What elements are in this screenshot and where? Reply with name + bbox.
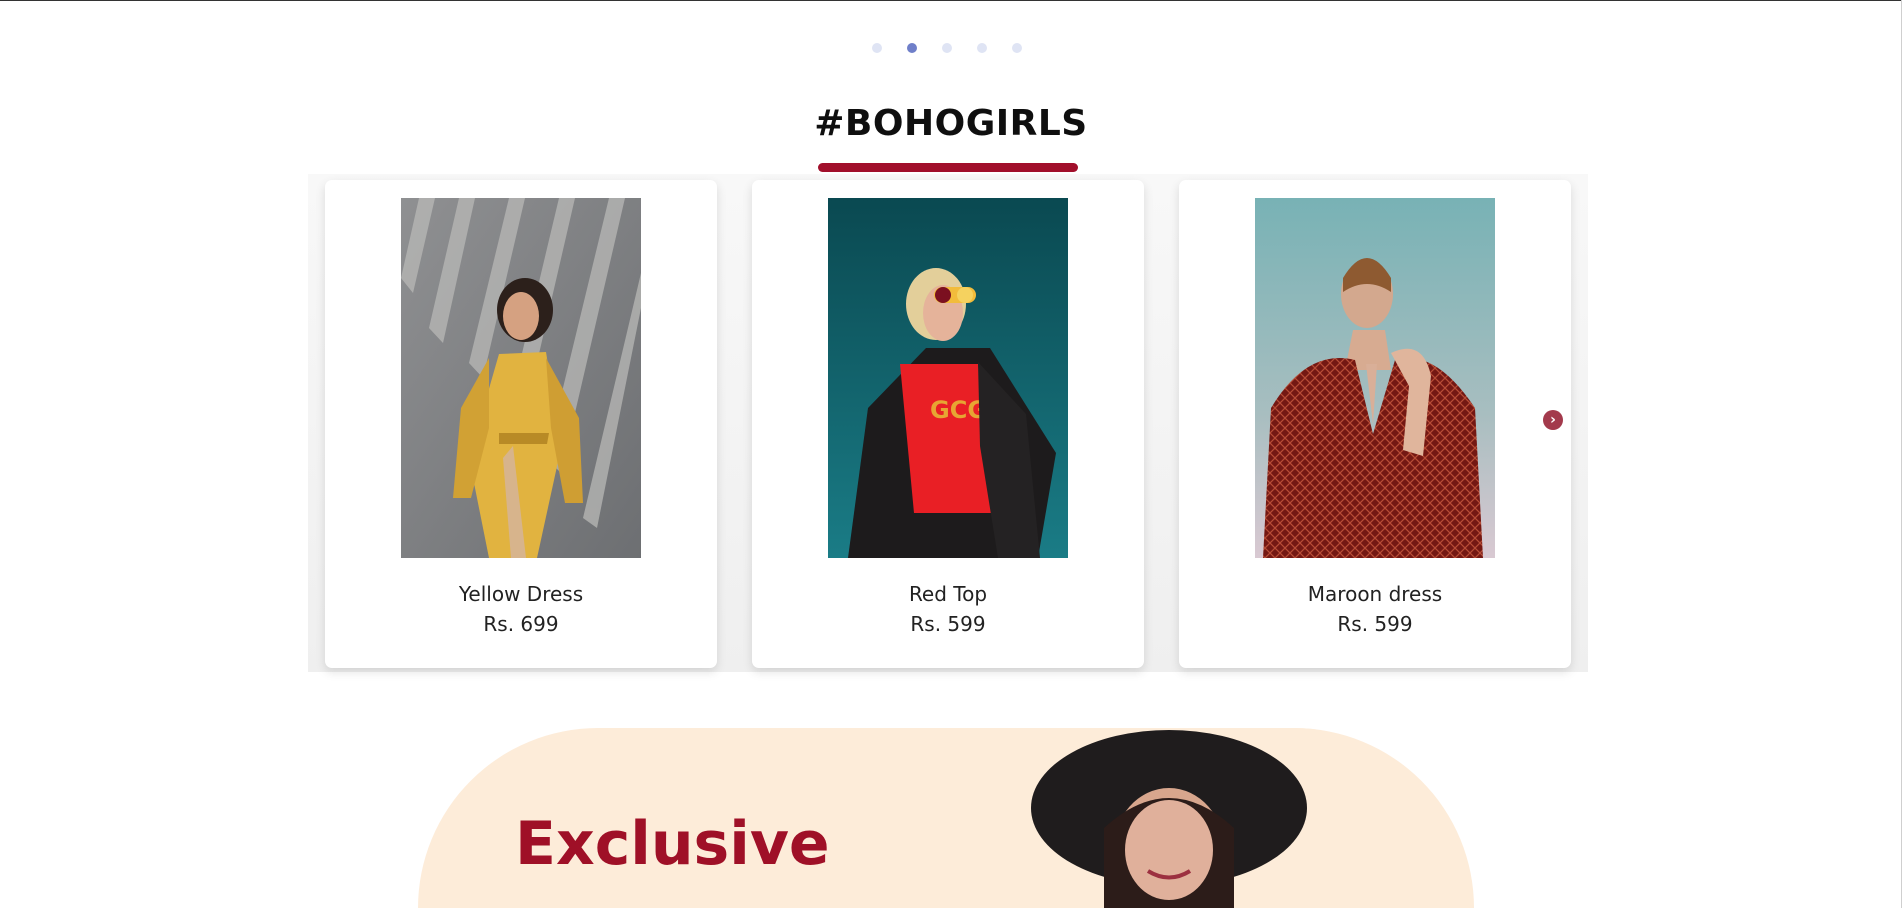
product-price: Rs. 599 — [910, 612, 986, 636]
product-image-yellow-dress — [401, 198, 641, 558]
product-card-yellow-dress[interactable]: Yellow Dress Rs. 699 — [325, 180, 717, 668]
page: #BOHOGIRLS ‹ — [0, 0, 1902, 908]
product-price: Rs. 599 — [1337, 612, 1413, 636]
product-card-red-top[interactable]: GCG Red Top Rs. 599 — [752, 180, 1144, 668]
carousel-dot[interactable] — [1012, 43, 1022, 53]
promo-photo — [1024, 728, 1316, 908]
carousel-dot[interactable] — [977, 43, 987, 53]
exclusive-promo-banner: Exclusive — [418, 728, 1474, 908]
product-name: Maroon dress — [1307, 582, 1443, 606]
product-image-red-top: GCG — [828, 198, 1068, 558]
section-title: #BOHOGIRLS — [814, 103, 1088, 144]
carousel-dot[interactable] — [872, 43, 882, 53]
carousel-dot[interactable] — [942, 43, 952, 53]
promo-image — [1024, 728, 1316, 908]
top-border — [0, 0, 1902, 1]
product-card-maroon-dress[interactable]: Maroon dress Rs. 599 — [1179, 180, 1571, 668]
title-underline — [818, 163, 1078, 172]
maroon-dress-photo — [1255, 198, 1495, 558]
promo-title: Exclusive — [515, 809, 830, 879]
product-name: Red Top — [908, 582, 988, 606]
red-top-photo: GCG — [828, 198, 1068, 558]
product-name: Yellow Dress — [458, 582, 584, 606]
carousel-dot-active[interactable] — [907, 43, 917, 53]
product-price: Rs. 699 — [483, 612, 559, 636]
product-carousel: ‹ — [308, 174, 1588, 672]
carousel-pagination — [872, 43, 1022, 53]
svg-text:GCG: GCG — [930, 396, 987, 424]
product-image-maroon-dress — [1255, 198, 1495, 558]
chevron-right-icon: › — [1550, 412, 1556, 428]
next-arrow-button[interactable]: › — [1543, 410, 1563, 430]
yellow-dress-photo — [401, 198, 641, 558]
